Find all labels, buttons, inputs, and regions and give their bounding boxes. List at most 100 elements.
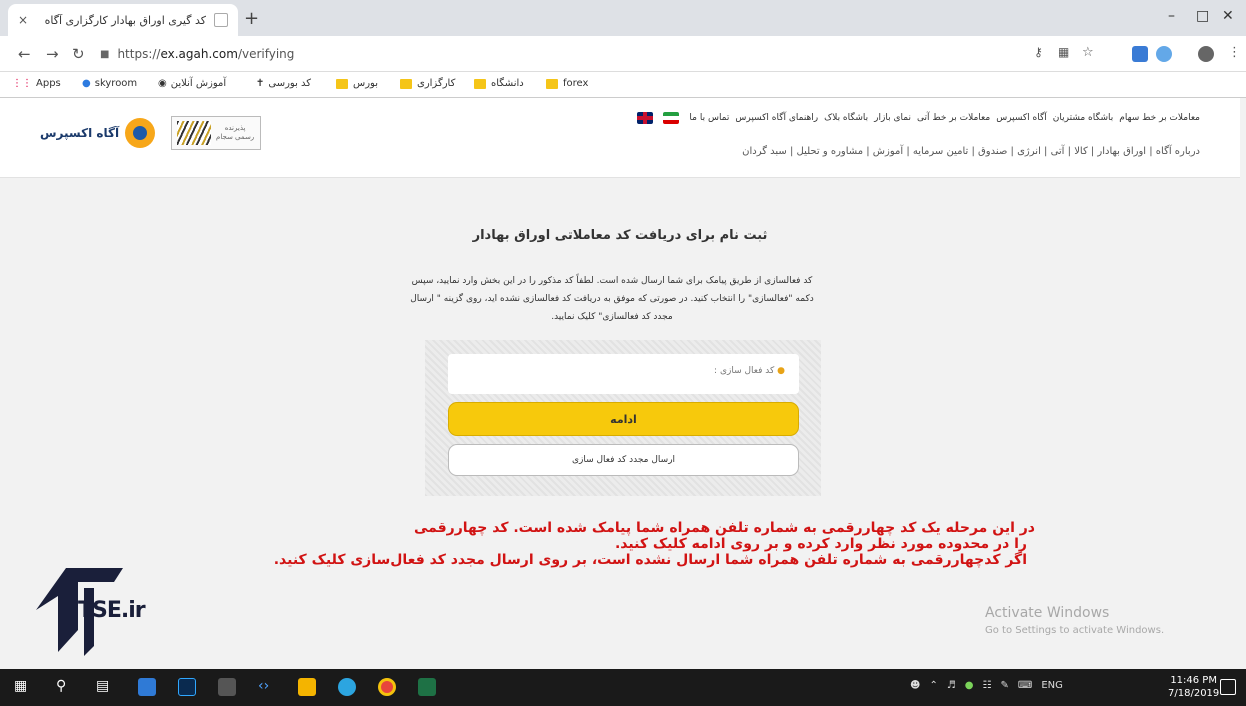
system-tray: ☻ ⌃ ♬ ● ☷ ✎ ⌨ ENG (910, 680, 1063, 691)
bookmark-apps[interactable]: ⋮⋮ Apps (12, 78, 61, 89)
back-arrow-icon[interactable]: ← (18, 45, 31, 63)
seal-text: پذیرنده رسمی سجام (215, 124, 255, 141)
main-nav[interactable]: درباره آگاه | اوراق بهادار | کالا | آتی … (742, 146, 1200, 157)
top-link-online-stocks[interactable]: معاملات بر خط سهام (1119, 113, 1200, 123)
bookmark-kargozari[interactable]: کارگزاری (400, 78, 455, 89)
annotation-line-1: در این مرحله یک کد چهاررقمی به شماره تلف… (413, 520, 1035, 536)
extension-gear-icon[interactable] (1156, 46, 1172, 62)
logo-text: آگاه اکسپرس (40, 126, 120, 140)
bookmarks-bar: ⋮⋮ Apps ● skyroom ◉ آموزش آنلاین ✝ کد بورسی … (0, 72, 1246, 98)
folder-icon (474, 78, 486, 89)
top-link-guide[interactable]: راهنمای آگاه اکسپرس (735, 113, 818, 123)
skyroom-icon: ● (82, 78, 91, 89)
windows-taskbar: ▦ ⚲ ▤ ‹› ☻ ⌃ ♬ ● ☷ ✎ ⌨ ENG 11:46 PM 7/18… (0, 669, 1246, 706)
bookmark-star-icon[interactable]: ☆ (1082, 45, 1094, 60)
activation-code-input[interactable]: ● کد فعال سازی : (448, 354, 799, 394)
url-input[interactable]: ■ https:// ex.agah.com /verifying (100, 43, 1000, 65)
bookmark-online[interactable]: ◉ آموزش آنلاین (158, 78, 226, 89)
bookmark-skyroom[interactable]: ● skyroom (82, 78, 137, 89)
address-toolbar: ← → ↻ ■ https:// ex.agah.com /verifying … (0, 36, 1246, 72)
close-window-icon[interactable]: ✕ (1222, 8, 1234, 24)
page-favicon-icon (214, 13, 228, 27)
bookmark-bourse-code[interactable]: ✝ کد بورسی (256, 78, 311, 89)
translate-icon[interactable]: ▦ (1058, 45, 1069, 59)
ttse-text: TSE.ir (78, 598, 146, 623)
taskbar-app-icon[interactable] (138, 678, 156, 696)
system-clock[interactable]: 11:46 PM 7/18/2019 (1168, 674, 1219, 700)
url-scheme: https:// (117, 47, 161, 61)
search-icon[interactable]: ⚲ (56, 678, 66, 694)
language-indicator[interactable]: ENG (1041, 680, 1063, 691)
continue-button[interactable]: ادامه (448, 402, 799, 436)
iran-flag-icon[interactable] (663, 112, 680, 124)
lock-icon: ■ (100, 48, 110, 60)
photoshop-icon[interactable] (178, 678, 196, 696)
calculator-icon[interactable] (218, 678, 236, 696)
bookmark-bourse[interactable]: بورس (336, 78, 378, 89)
volume-icon[interactable]: ♬ (947, 680, 956, 691)
pen-icon[interactable]: ✎ (1001, 680, 1009, 691)
browser-tab-bar: کد گیری اوراق بهادار کارگزاری آگاه × + –… (0, 0, 1246, 36)
folder-app-icon[interactable] (298, 678, 316, 696)
site-header: آگاه اکسپرس پذیرنده رسمی سجام معاملات بر… (0, 98, 1240, 178)
folder-icon (336, 78, 348, 89)
minimize-icon[interactable]: – (1168, 8, 1175, 24)
network-icon[interactable]: ☷ (983, 680, 992, 691)
clock-date: 7/18/2019 (1168, 688, 1220, 699)
top-link-contact[interactable]: تماس با ما (689, 113, 729, 123)
code-editor-icon[interactable]: ‹› (258, 678, 269, 694)
tab-close-icon[interactable]: × (18, 13, 28, 27)
folder-icon (400, 78, 412, 89)
clock-time: 11:46 PM (1170, 675, 1217, 686)
activation-code-label: کد فعال سازی : (714, 366, 775, 376)
annotation-line-2: را در محدوده مورد نظر وارد کرده و بر روی… (614, 536, 1027, 552)
sejam-logo-icon (177, 121, 212, 145)
apps-grid-icon: ⋮⋮ (12, 78, 32, 89)
chrome-icon[interactable] (378, 678, 396, 696)
activate-subtitle: Go to Settings to activate Windows. (985, 625, 1165, 636)
excel-icon[interactable] (418, 678, 436, 696)
new-tab-button[interactable]: + (244, 8, 259, 29)
menu-kebab-icon[interactable]: ⋮ (1228, 45, 1241, 60)
top-links: معاملات بر خط سهام باشگاه مشتریان آگاه ا… (631, 112, 1200, 124)
activate-windows-watermark: Activate Windows Go to Settings to activ… (985, 605, 1164, 636)
folder-icon (546, 78, 558, 89)
bourse-logo-icon: ✝ (256, 78, 265, 89)
chevron-up-icon[interactable]: ⌃ (929, 680, 937, 691)
annotation-line-3: اگر کدچهاررقمی به شماره تلفن همراه شما ا… (273, 552, 1027, 568)
notification-icon[interactable] (1220, 679, 1236, 695)
telegram-icon[interactable] (338, 678, 356, 696)
key-icon[interactable]: ⚷ (1034, 45, 1043, 59)
top-link-customers-club[interactable]: باشگاه مشتریان (1053, 113, 1113, 123)
activate-title: Activate Windows (985, 605, 1110, 621)
resend-code-button[interactable]: ارسال مجدد کد فعال سازی (448, 444, 799, 476)
ttse-watermark: TSE.ir (28, 560, 178, 660)
browser-tab[interactable]: کد گیری اوراق بهادار کارگزاری آگاه × (8, 4, 238, 36)
maximize-icon[interactable]: □ (1196, 8, 1209, 24)
top-link-market-view[interactable]: نمای بازار (874, 113, 911, 123)
people-icon[interactable]: ☻ (910, 680, 920, 691)
forward-arrow-icon[interactable]: → (46, 45, 59, 63)
site-logo[interactable]: آگاه اکسپرس پذیرنده رسمی سجام (40, 116, 262, 150)
tab-title: کد گیری اوراق بهادار کارگزاری آگاه (44, 13, 206, 27)
task-view-icon[interactable]: ▤ (96, 678, 109, 694)
top-link-block-club[interactable]: باشگاه بلاک (824, 113, 868, 123)
uk-flag-icon[interactable] (637, 112, 654, 124)
tutorial-annotation: در این مرحله یک کد چهاررقمی به شماره تلف… (200, 520, 1035, 568)
globe-icon: ◉ (158, 78, 167, 89)
tray-app-icon[interactable]: ● (965, 680, 974, 691)
url-path: /verifying (237, 47, 295, 61)
keyboard-icon[interactable]: ⌨ (1018, 680, 1032, 691)
top-link-online-futures[interactable]: معاملات بر خط آتی (917, 113, 990, 123)
profile-avatar-icon[interactable] (1198, 46, 1214, 62)
extension-icon[interactable] (1132, 46, 1148, 62)
top-link-agah-express[interactable]: آگاه اکسپرس (996, 113, 1047, 123)
required-star-icon: ● (774, 366, 785, 376)
runner-logo-icon (125, 118, 156, 148)
bookmark-forex[interactable]: forex (546, 78, 588, 89)
bookmark-university[interactable]: دانشگاه (474, 78, 524, 89)
form-title: ثبت نام برای دریافت کد معاملاتی اوراق به… (472, 228, 768, 243)
sejam-seal: پذیرنده رسمی سجام (171, 116, 262, 150)
reload-icon[interactable]: ↻ (72, 45, 85, 63)
start-windows-icon[interactable]: ▦ (14, 678, 27, 694)
